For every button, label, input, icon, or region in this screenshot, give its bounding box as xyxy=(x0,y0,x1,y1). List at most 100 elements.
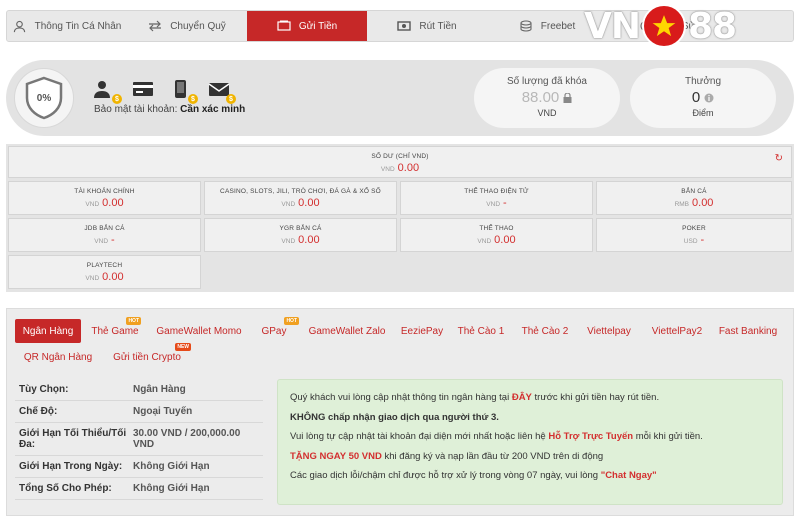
refresh-icon[interactable]: ↻ xyxy=(775,153,783,164)
method-tab-viettelpay2[interactable]: ViettelPay2 xyxy=(647,319,707,343)
info-row: Chế Độ: Ngoại Tuyến xyxy=(15,401,263,423)
info-value: Ngân Hàng xyxy=(133,384,186,395)
info-key: Giới Hạn Tối Thiểu/Tối Đa: xyxy=(19,428,127,450)
method-label: GPay xyxy=(261,325,287,337)
locked-amount-value: 88.00 xyxy=(521,89,560,106)
wallet-value: VND 0.00 xyxy=(9,197,200,209)
method-tab-scratch-card-1[interactable]: Thẻ Cào 1 xyxy=(455,319,507,343)
amount: 0.00 xyxy=(692,197,714,209)
amount: 0.00 xyxy=(102,197,124,209)
method-tab-crypto[interactable]: Gửi tiền Crypto NEW xyxy=(107,343,191,369)
currency: VND xyxy=(477,238,492,245)
coins-icon xyxy=(519,19,533,33)
amount: 0.00 xyxy=(298,197,320,209)
method-tab-gpay[interactable]: GPay HOT xyxy=(255,317,299,343)
wallet-label: YGR BẮN CÁ xyxy=(279,225,322,232)
info-row: Tùy Chọn: Ngân Hàng xyxy=(15,379,263,401)
lock-icon xyxy=(563,92,572,103)
phone-verify-icon[interactable]: $ xyxy=(170,80,198,104)
method-label: Fast Banking xyxy=(718,325,778,337)
info-value: Không Giới Hạn xyxy=(133,461,210,472)
method-label: Viettelpay xyxy=(587,325,631,337)
currency: RMB xyxy=(674,201,690,208)
method-tab-eeziepay[interactable]: EeziePay xyxy=(399,319,445,343)
amount: 0.00 xyxy=(397,162,420,174)
currency: VND xyxy=(486,201,501,208)
amount: - xyxy=(700,234,705,246)
wallet-main-account: TÀI KHOẢN CHÍNH VND 0.00 xyxy=(8,181,201,215)
wallet-poker: POKER USD - xyxy=(596,218,792,252)
amount: - xyxy=(503,197,507,209)
wallet-value: VND 0.00 xyxy=(401,234,592,246)
info-icon[interactable] xyxy=(704,93,714,103)
amount: - xyxy=(111,234,115,246)
tab-freebet[interactable]: Freebet xyxy=(487,11,607,41)
live-support-link[interactable]: Hỗ Trợ Trực Tuyến xyxy=(548,431,633,442)
method-tab-qr-bank[interactable]: QR Ngân Hàng xyxy=(23,345,93,369)
wallet-value: USD - xyxy=(597,234,791,246)
email-verify-icon[interactable]: $ xyxy=(208,80,236,104)
reward-unit: Điểm xyxy=(692,108,714,118)
tab-label: Rút Tiền xyxy=(419,20,457,32)
card-icon[interactable] xyxy=(132,80,156,100)
wallet-ygr-fishing: YGR BẮN CÁ VND 0.00 xyxy=(204,218,397,252)
info-key: Tùy Chọn: xyxy=(19,384,69,395)
method-tab-viettelpay[interactable]: Viettelpay xyxy=(581,319,637,343)
tab-history[interactable]: Lịch Sử xyxy=(607,11,727,41)
chat-now-link[interactable]: "Chat Ngay" xyxy=(601,470,657,481)
account-summary-panel: 0% $ $ $ Bảo mật tài khoản: Cần xác minh… xyxy=(6,60,794,136)
method-label: GameWallet Zalo xyxy=(308,325,386,337)
security-label: Bảo mật tài khoản: xyxy=(94,104,178,115)
method-tab-gamewallet-zalo[interactable]: GameWallet Zalo xyxy=(301,319,393,343)
tab-label: Freebet xyxy=(540,20,576,32)
user-icon xyxy=(13,19,27,33)
locked-amount-unit: VND xyxy=(537,108,557,118)
wallet-label: CASINO, SLOTS, JILI, TRÒ CHƠI, ĐÁ GÀ & X… xyxy=(220,188,381,195)
main-balance-value: VND 0.00 xyxy=(9,162,791,174)
method-label: Thẻ Cào 2 xyxy=(521,325,569,337)
info-value: Ngoại Tuyến xyxy=(133,406,193,417)
method-label: Gửi tiền Crypto xyxy=(113,351,181,363)
info-key: Giới Hạn Trong Ngày: xyxy=(19,461,123,472)
amount: 0.00 xyxy=(494,234,516,246)
reward-value: 0 xyxy=(691,89,701,106)
info-row: Giới Hạn Tối Thiểu/Tối Đa: 30.00 VND / 20… xyxy=(15,423,263,456)
method-tab-bank[interactable]: Ngân Hàng xyxy=(15,319,81,343)
deposit-notice: Quý khách vui lòng cập nhật thông tin ng… xyxy=(277,379,783,505)
wallet-sports: THỂ THAO VND 0.00 xyxy=(400,218,593,252)
update-bank-link[interactable]: ĐÂY xyxy=(512,392,532,403)
info-key: Tổng Số Cho Phép: xyxy=(19,483,112,494)
wallet-jdb-fishing: JDB BẮN CÁ VND - xyxy=(8,218,201,252)
hot-badge: HOT xyxy=(284,317,299,325)
withdraw-icon xyxy=(397,19,412,33)
method-label: GameWallet Momo xyxy=(156,325,242,337)
method-tab-game-card[interactable]: Thẻ Game HOT xyxy=(87,317,143,343)
method-tab-scratch-card-2[interactable]: Thẻ Cào 2 xyxy=(519,319,571,343)
hot-badge: HOT xyxy=(126,317,141,325)
method-tab-fast-banking[interactable]: Fast Banking xyxy=(715,319,781,343)
security-level-badge: 0% xyxy=(14,68,74,128)
amount: 0.00 xyxy=(298,234,320,246)
wallet-value: VND - xyxy=(401,197,592,209)
promo-highlight: TẶNG NGAY 50 VND xyxy=(290,450,382,462)
main-balance: SỐ DƯ (CHỈ VND) VND 0.00 ↻ xyxy=(8,146,792,178)
notice-line-4: TẶNG NGAY 50 VND khi đăng ký và nạp lần … xyxy=(290,447,770,467)
wallet-label: JDB BẮN CÁ xyxy=(84,225,125,232)
info-value: 30.00 VND / 200,000.00 VND xyxy=(133,428,241,450)
tab-withdraw[interactable]: Rút Tiền xyxy=(367,11,487,41)
method-tab-gamewallet-momo[interactable]: GameWallet Momo xyxy=(151,319,247,343)
deposit-icon xyxy=(277,19,291,33)
currency: VND xyxy=(94,238,109,245)
tab-label: Thông Tin Cá Nhân xyxy=(34,20,122,32)
notice-line-5: Các giao dịch lỗi/chậm chỉ được hỗ trợ x… xyxy=(290,466,770,486)
wallet-value: VND 0.00 xyxy=(205,234,396,246)
tab-transfer[interactable]: Chuyển Quỹ xyxy=(127,11,247,41)
new-badge: NEW xyxy=(175,343,191,351)
wallet-label: THỂ THAO xyxy=(479,225,514,232)
tab-personal-info[interactable]: Thông Tin Cá Nhân xyxy=(7,11,127,41)
tab-deposit[interactable]: Gửi Tiền xyxy=(247,11,367,41)
wallet-label: BẮN CÁ xyxy=(681,188,707,195)
notice-text: Các giao dịch lỗi/chậm chỉ được hỗ trợ x… xyxy=(290,470,601,481)
wallet-playtech: PLAYTECH VND 0.00 xyxy=(8,255,201,289)
user-verify-icon[interactable]: $ xyxy=(94,80,122,104)
